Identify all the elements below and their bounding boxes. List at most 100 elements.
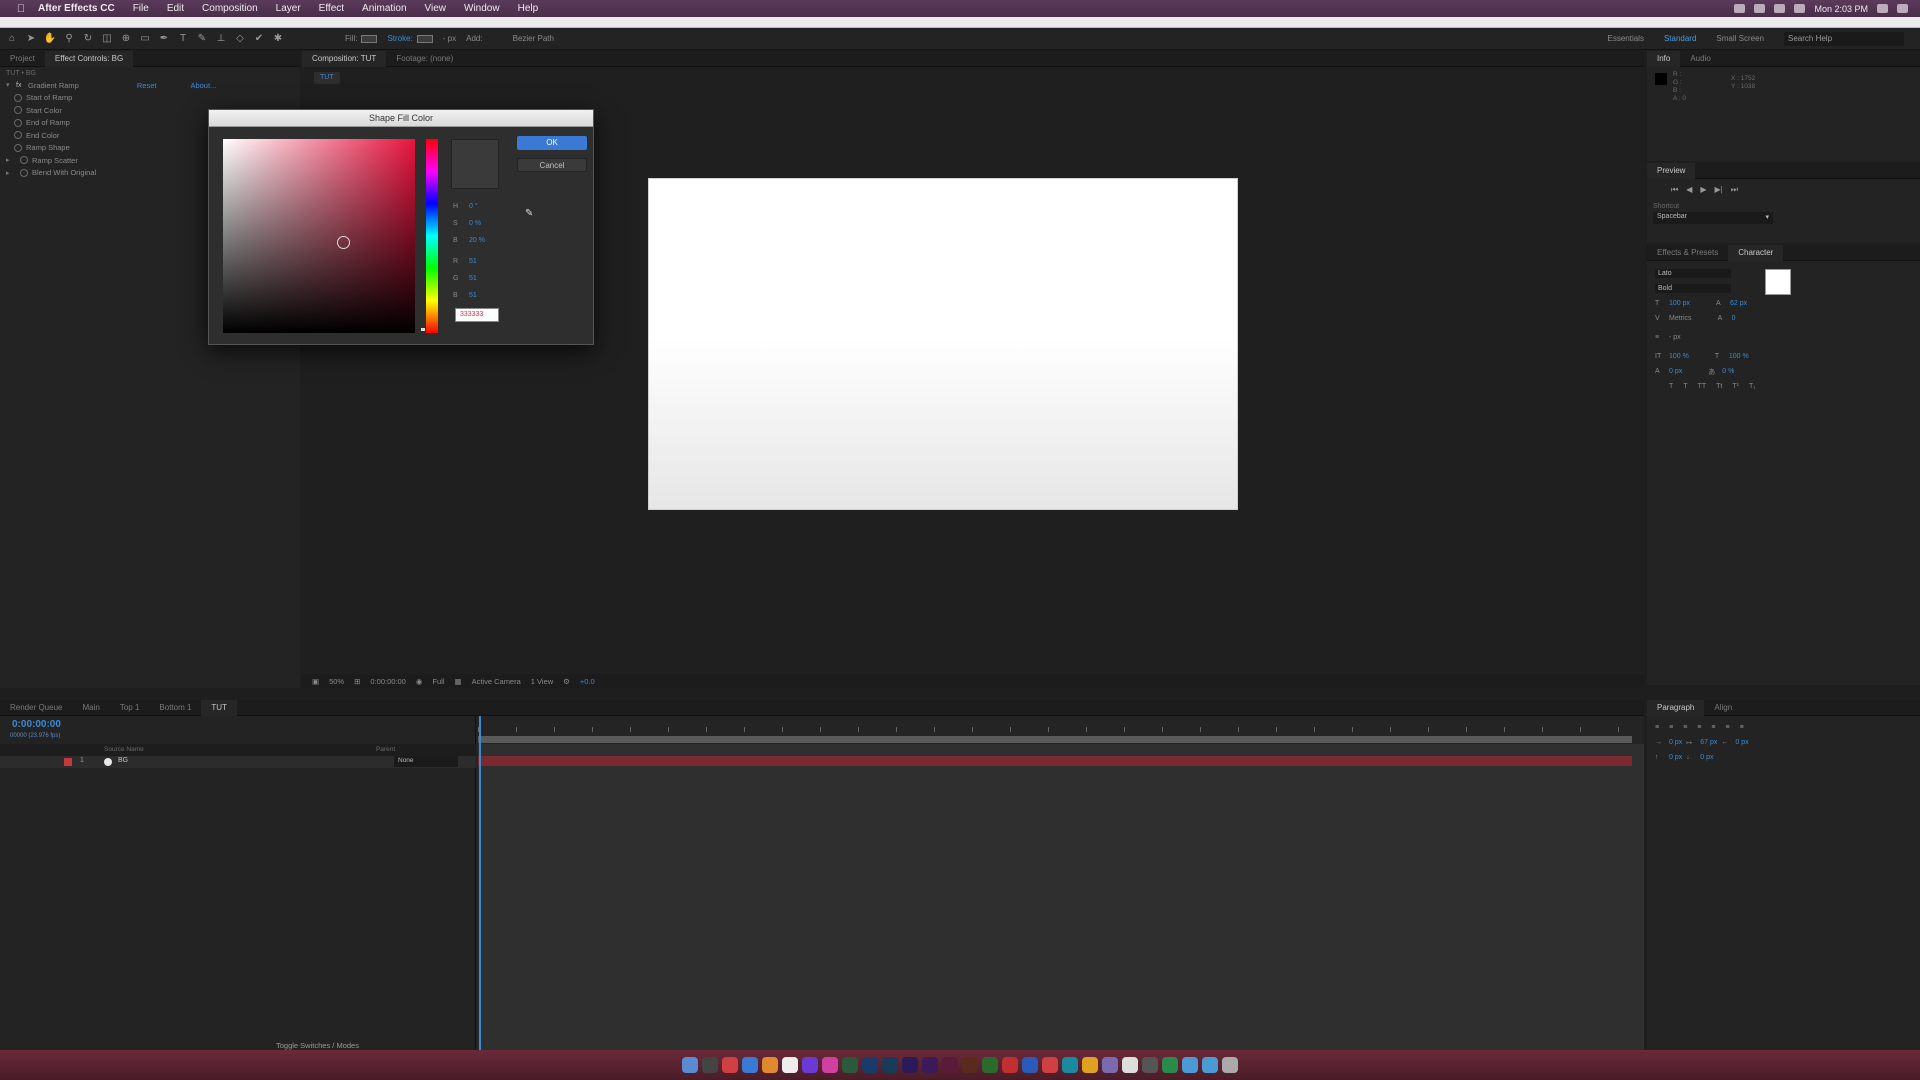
leading[interactable]: 62 px xyxy=(1730,300,1747,307)
justify-left-icon[interactable]: ≡ xyxy=(1697,724,1701,731)
toggle-switches-modes[interactable]: Toggle Switches / Modes xyxy=(276,1041,359,1050)
twirl-right-icon[interactable]: ▸ xyxy=(6,156,14,164)
snapshot-icon[interactable]: ◉ xyxy=(416,677,423,686)
faux-bold-icon[interactable]: T xyxy=(1669,383,1673,390)
clone-tool-icon[interactable]: ⊥ xyxy=(214,32,228,46)
space-before[interactable]: 0 px xyxy=(1669,754,1682,761)
finder-icon[interactable] xyxy=(682,1057,698,1073)
safari-icon[interactable] xyxy=(742,1057,758,1073)
add-label[interactable]: Add: xyxy=(466,34,482,43)
saturation-value[interactable]: 0 % xyxy=(469,220,499,227)
red-value[interactable]: 51 xyxy=(469,258,499,265)
stopwatch-icon[interactable] xyxy=(20,156,28,165)
pen-tool-icon[interactable]: ✒ xyxy=(157,32,171,46)
system-prefs-icon[interactable] xyxy=(1142,1057,1158,1073)
workspace-essentials[interactable]: Essentials xyxy=(1607,34,1643,43)
twirl-down-icon[interactable]: ▾ xyxy=(6,81,14,89)
tab-effects-presets[interactable]: Effects & Presets xyxy=(1647,245,1728,261)
premiere-icon[interactable] xyxy=(922,1057,938,1073)
launchpad-icon[interactable] xyxy=(702,1057,718,1073)
work-area-bar[interactable] xyxy=(478,736,1632,743)
saturation-radio[interactable]: S xyxy=(453,220,463,227)
prev-frame-icon[interactable]: ◀ xyxy=(1686,185,1692,195)
tab-main[interactable]: Main xyxy=(72,700,109,716)
comp-breadcrumb[interactable]: TUT xyxy=(314,72,340,84)
timeline-timecode[interactable]: 0:00:00:00 xyxy=(12,719,61,730)
dialog-title[interactable]: Shape Fill Color xyxy=(209,110,593,127)
terminal-icon[interactable] xyxy=(1162,1057,1178,1073)
workspace-small-screen[interactable]: Small Screen xyxy=(1716,34,1764,43)
tab-project[interactable]: Project xyxy=(0,51,45,67)
excel-icon[interactable] xyxy=(982,1057,998,1073)
hue-slider-handle[interactable] xyxy=(421,328,443,331)
font-size[interactable]: 100 px xyxy=(1669,300,1690,307)
documents-folder-icon[interactable] xyxy=(1202,1057,1218,1073)
camera-select[interactable]: Active Camera xyxy=(472,677,521,686)
vertical-scale[interactable]: 100 % xyxy=(1669,353,1689,360)
rotate-tool-icon[interactable]: ↻ xyxy=(81,32,95,46)
justify-center-icon[interactable]: ≡ xyxy=(1711,724,1715,731)
clock[interactable]: Mon 2:03 PM xyxy=(1814,4,1868,14)
fast-previews-icon[interactable]: ⚙ xyxy=(563,677,570,686)
stopwatch-icon[interactable] xyxy=(20,168,28,177)
menu-effect[interactable]: Effect xyxy=(310,3,353,14)
indent-right[interactable]: 0 px xyxy=(1735,739,1748,746)
timeline-graph[interactable] xyxy=(478,716,1644,1050)
brightness-row[interactable]: B 20 % xyxy=(453,237,499,244)
notes-icon[interactable] xyxy=(1122,1057,1138,1073)
hand-tool-icon[interactable]: ✋ xyxy=(43,32,57,46)
color-cursor[interactable] xyxy=(337,236,350,249)
hex-input[interactable]: 333333 xyxy=(455,308,499,322)
eraser-tool-icon[interactable]: ◇ xyxy=(233,32,247,46)
layer-label-color[interactable] xyxy=(64,758,72,766)
filezilla-icon[interactable] xyxy=(1042,1057,1058,1073)
saturation-brightness-field[interactable] xyxy=(223,139,415,333)
volume-icon[interactable] xyxy=(1754,4,1766,13)
workspace-standard[interactable]: Standard xyxy=(1664,34,1696,43)
tracking[interactable]: 0 xyxy=(1732,315,1736,322)
hue-slider[interactable] xyxy=(426,139,438,333)
tab-tut[interactable]: TUT xyxy=(201,699,237,716)
cancel-button[interactable]: Cancel xyxy=(517,158,587,172)
space-after[interactable]: 0 px xyxy=(1700,754,1713,761)
animate-icon[interactable] xyxy=(842,1057,858,1073)
next-frame-icon[interactable]: ▶| xyxy=(1715,185,1723,195)
red-row[interactable]: R 51 xyxy=(453,258,499,265)
align-right-icon[interactable]: ≡ xyxy=(1683,724,1687,731)
current-time-indicator[interactable] xyxy=(479,716,481,1050)
subscript-icon[interactable]: T₁ xyxy=(1749,383,1756,390)
resolution-select[interactable]: Full xyxy=(432,677,444,686)
tab-bottom-1[interactable]: Bottom 1 xyxy=(149,700,201,716)
onenote-icon[interactable] xyxy=(1102,1057,1118,1073)
justify-right-icon[interactable]: ≡ xyxy=(1725,724,1729,731)
tab-paragraph[interactable]: Paragraph xyxy=(1647,699,1705,716)
blue-row[interactable]: B 51 xyxy=(453,292,499,299)
justify-all-icon[interactable]: ≡ xyxy=(1740,724,1744,731)
lightroom-icon[interactable] xyxy=(882,1057,898,1073)
zoom-level[interactable]: 50% xyxy=(329,677,344,686)
battery-icon[interactable] xyxy=(1794,4,1806,13)
itunes-icon[interactable] xyxy=(822,1057,838,1073)
stroke-swatch[interactable] xyxy=(416,34,433,43)
wifi-icon[interactable] xyxy=(1774,4,1786,13)
blue-value[interactable]: 51 xyxy=(469,292,499,299)
tab-audio[interactable]: Audio xyxy=(1680,51,1720,67)
powerpoint-icon[interactable] xyxy=(1002,1057,1018,1073)
stroke-label[interactable]: Stroke: xyxy=(387,34,412,43)
horizontal-scale[interactable]: 100 % xyxy=(1729,353,1749,360)
photoshop-icon[interactable] xyxy=(862,1057,878,1073)
type-tool-icon[interactable]: T xyxy=(176,32,190,46)
spotlight-icon[interactable] xyxy=(1877,4,1888,13)
tsume[interactable]: 0 % xyxy=(1722,368,1734,375)
faux-italic-icon[interactable]: T xyxy=(1683,383,1687,390)
superscript-icon[interactable]: T¹ xyxy=(1732,383,1739,390)
pan-behind-tool-icon[interactable]: ⊕ xyxy=(119,32,133,46)
stroke-width[interactable]: - px xyxy=(443,34,456,43)
stopwatch-icon[interactable] xyxy=(14,118,22,127)
small-caps-icon[interactable]: Tt xyxy=(1716,383,1722,390)
brightness-radio[interactable]: B xyxy=(453,237,463,244)
indesign-icon[interactable] xyxy=(942,1057,958,1073)
current-time[interactable]: 0:00:00:00 xyxy=(370,677,405,686)
menu-animation[interactable]: Animation xyxy=(353,3,415,14)
eyedropper-icon[interactable]: ✎ xyxy=(525,208,533,219)
